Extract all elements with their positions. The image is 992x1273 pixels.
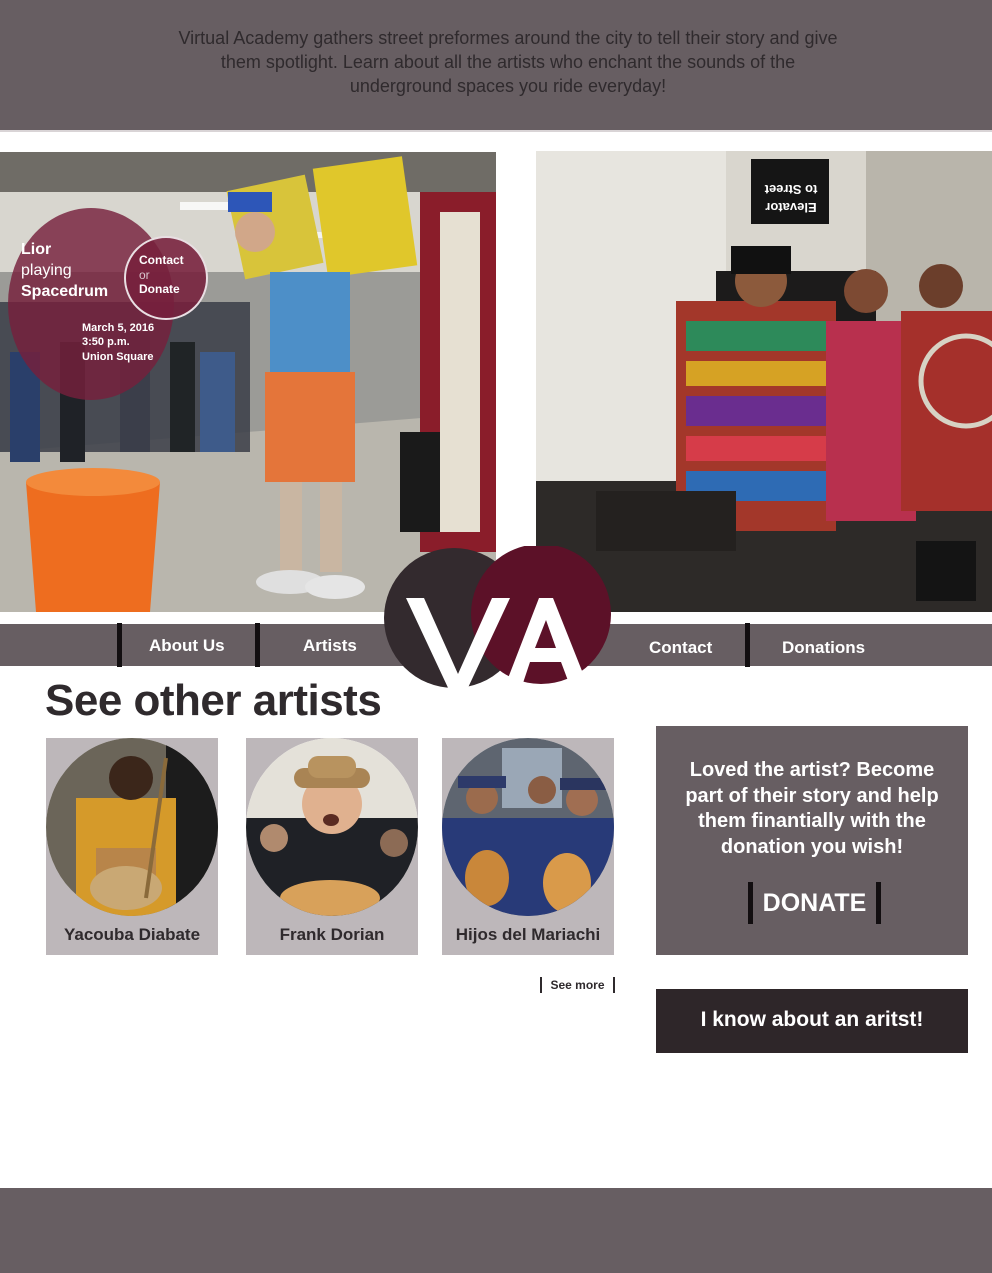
nav-divider [745, 623, 750, 667]
artist-card[interactable]: Yacouba Diabate [46, 738, 218, 955]
artist-card[interactable]: Frank Dorian [246, 738, 418, 955]
nav-about-us[interactable]: About Us [149, 636, 225, 656]
featured-location: Union Square [82, 351, 154, 363]
nav-divider [117, 623, 122, 667]
elevator-sign-line2: to Street [764, 182, 817, 197]
nav-artists[interactable]: Artists [303, 636, 357, 656]
artist-photo [246, 738, 418, 916]
va-logo[interactable] [384, 546, 612, 692]
see-other-artists-heading: See other artists [45, 676, 382, 725]
artist-name: Frank Dorian [279, 925, 385, 944]
donation-panel: Loved the artist? Become part of their s… [656, 726, 968, 955]
elevator-sign-line1: Elevator [765, 200, 816, 215]
intro-text: Virtual Academy gathers street preformes… [178, 28, 838, 96]
featured-verb: playing [21, 262, 72, 279]
featured-artist-name: Lior [21, 241, 52, 258]
footer [0, 1188, 992, 1273]
featured-instrument: Spacedrum [21, 283, 109, 300]
artist-photo [46, 738, 218, 916]
featured-date: March 5, 2016 [82, 322, 155, 334]
featured-contact-link[interactable]: Contact [139, 253, 184, 267]
andean-musicians-photo: Elevator to Street [536, 151, 992, 612]
featured-or-text: or [139, 268, 150, 282]
artist-name: Yacouba Diabate [63, 925, 201, 944]
see-more-link[interactable]: See more [540, 977, 615, 993]
nav-contact[interactable]: Contact [649, 638, 712, 658]
artist-name: Hijos del Mariachi [455, 925, 601, 944]
featured-contact-badge[interactable] [124, 236, 208, 320]
nav-divider [255, 623, 260, 667]
featured-donate-link[interactable]: Donate [139, 282, 180, 296]
artist-card[interactable]: Hijos del Mariachi [442, 738, 614, 955]
intro-banner: Virtual Academy gathers street preformes… [0, 0, 992, 132]
nav-donations[interactable]: Donations [782, 638, 865, 658]
featured-time: 3:50 p.m. [82, 336, 130, 348]
report-artist-button[interactable]: I know about an aritst! [656, 989, 968, 1053]
artist-photo [442, 738, 614, 916]
donation-pitch: Loved the artist? Become part of their s… [685, 759, 939, 858]
donate-button[interactable]: DONATE [748, 882, 881, 924]
